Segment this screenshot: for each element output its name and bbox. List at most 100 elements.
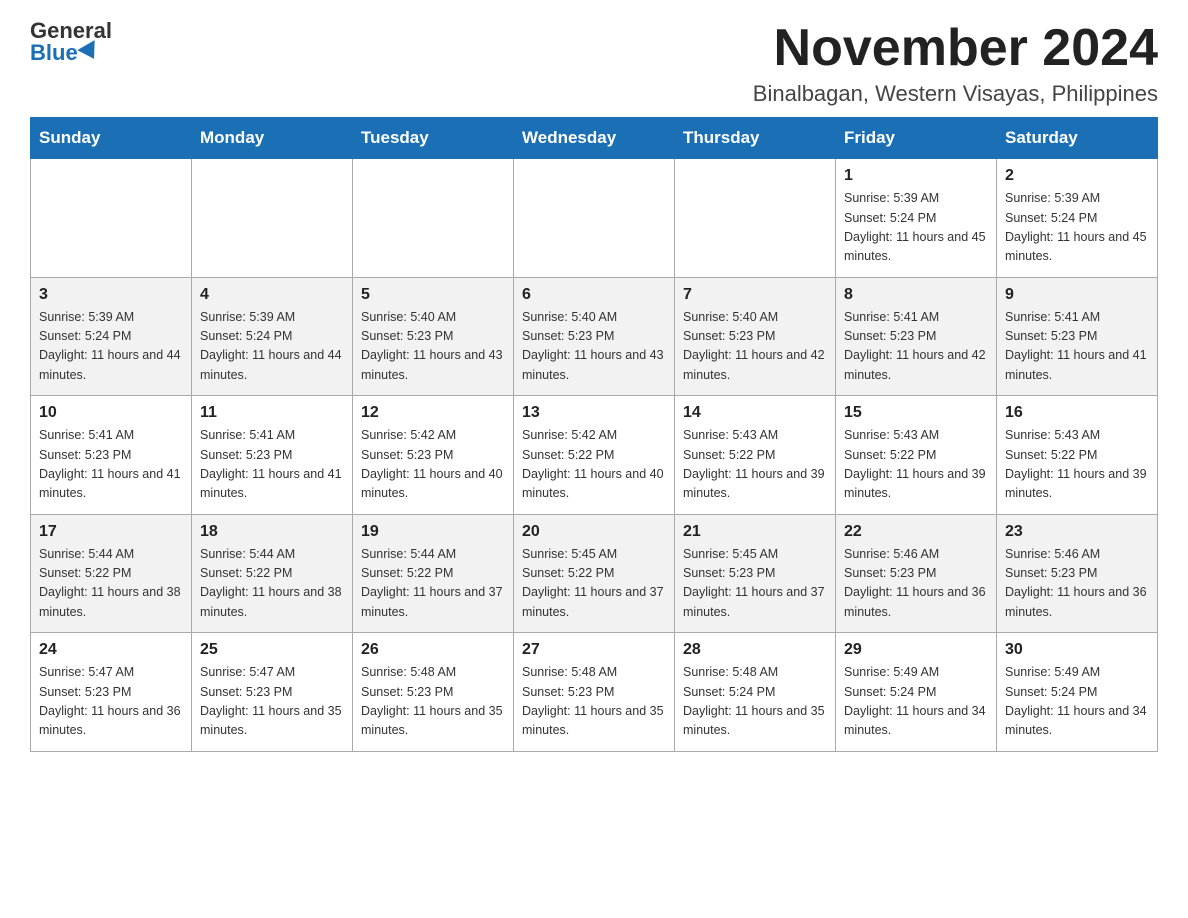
day-number: 30 <box>1005 641 1149 659</box>
day-number: 21 <box>683 523 827 541</box>
day-info: Sunrise: 5:41 AMSunset: 5:23 PMDaylight:… <box>1005 308 1149 386</box>
day-number: 17 <box>39 523 183 541</box>
day-number: 28 <box>683 641 827 659</box>
logo-general-text: General <box>30 20 112 42</box>
day-number: 1 <box>844 167 988 185</box>
month-title: November 2024 <box>753 20 1158 77</box>
day-number: 2 <box>1005 167 1149 185</box>
weekday-header-sunday: Sunday <box>31 118 192 159</box>
day-info: Sunrise: 5:47 AMSunset: 5:23 PMDaylight:… <box>200 663 344 741</box>
day-info: Sunrise: 5:46 AMSunset: 5:23 PMDaylight:… <box>844 545 988 623</box>
weekday-header-thursday: Thursday <box>675 118 836 159</box>
day-info: Sunrise: 5:48 AMSunset: 5:23 PMDaylight:… <box>522 663 666 741</box>
calendar-body: 1 Sunrise: 5:39 AMSunset: 5:24 PMDaylight… <box>31 159 1158 752</box>
calendar-cell: 30 Sunrise: 5:49 AMSunset: 5:24 PMDayligh… <box>997 633 1158 752</box>
calendar-cell: 20 Sunrise: 5:45 AMSunset: 5:22 PMDayligh… <box>514 514 675 633</box>
day-number: 3 <box>39 286 183 304</box>
day-info: Sunrise: 5:44 AMSunset: 5:22 PMDaylight:… <box>361 545 505 623</box>
day-number: 24 <box>39 641 183 659</box>
weekday-header-wednesday: Wednesday <box>514 118 675 159</box>
day-info: Sunrise: 5:47 AMSunset: 5:23 PMDaylight:… <box>39 663 183 741</box>
header: General Blue November 2024 Binalbagan, W… <box>30 20 1158 107</box>
calendar-cell: 1Sunrise: 5:39 AMSunset: 5:24 PMDaylight… <box>836 159 997 278</box>
day-info: Sunrise: 5:39 AMSunset: 5:24 PMDaylight:… <box>1005 189 1149 267</box>
calendar-cell: 6 Sunrise: 5:40 AMSunset: 5:23 PMDaylight… <box>514 277 675 396</box>
calendar-cell: 29 Sunrise: 5:49 AMSunset: 5:24 PMDayligh… <box>836 633 997 752</box>
day-number: 26 <box>361 641 505 659</box>
calendar-cell <box>31 159 192 278</box>
day-number: 13 <box>522 404 666 422</box>
calendar-cell: 17 Sunrise: 5:44 AMSunset: 5:22 PMDayligh… <box>31 514 192 633</box>
day-info: Sunrise: 5:46 AMSunset: 5:23 PMDaylight:… <box>1005 545 1149 623</box>
day-info: Sunrise: 5:44 AMSunset: 5:22 PMDaylight:… <box>39 545 183 623</box>
day-info: Sunrise: 5:48 AMSunset: 5:24 PMDaylight:… <box>683 663 827 741</box>
day-number: 4 <box>200 286 344 304</box>
calendar-cell: 16Sunrise: 5:43 AMSunset: 5:22 PMDayligh… <box>997 396 1158 515</box>
calendar-week-row: 3 Sunrise: 5:39 AMSunset: 5:24 PMDaylight… <box>31 277 1158 396</box>
calendar-cell <box>192 159 353 278</box>
calendar-cell: 15 Sunrise: 5:43 AMSunset: 5:22 PMDayligh… <box>836 396 997 515</box>
calendar-week-row: 17 Sunrise: 5:44 AMSunset: 5:22 PMDayligh… <box>31 514 1158 633</box>
location-title: Binalbagan, Western Visayas, Philippines <box>753 81 1158 107</box>
day-number: 20 <box>522 523 666 541</box>
day-info: Sunrise: 5:49 AMSunset: 5:24 PMDaylight:… <box>1005 663 1149 741</box>
calendar-cell: 28 Sunrise: 5:48 AMSunset: 5:24 PMDayligh… <box>675 633 836 752</box>
day-info: Sunrise: 5:41 AMSunset: 5:23 PMDaylight:… <box>844 308 988 386</box>
calendar-cell: 10Sunrise: 5:41 AMSunset: 5:23 PMDayligh… <box>31 396 192 515</box>
title-area: November 2024 Binalbagan, Western Visaya… <box>753 20 1158 107</box>
day-info: Sunrise: 5:42 AMSunset: 5:22 PMDaylight:… <box>522 426 666 504</box>
calendar-cell: 23 Sunrise: 5:46 AMSunset: 5:23 PMDayligh… <box>997 514 1158 633</box>
day-info: Sunrise: 5:39 AMSunset: 5:24 PMDaylight:… <box>200 308 344 386</box>
logo-blue-text: Blue <box>30 42 100 64</box>
calendar-cell: 24 Sunrise: 5:47 AMSunset: 5:23 PMDayligh… <box>31 633 192 752</box>
day-number: 14 <box>683 404 827 422</box>
calendar-cell <box>514 159 675 278</box>
day-info: Sunrise: 5:42 AMSunset: 5:23 PMDaylight:… <box>361 426 505 504</box>
calendar-cell: 9Sunrise: 5:41 AMSunset: 5:23 PMDaylight… <box>997 277 1158 396</box>
logo: General Blue <box>30 20 112 64</box>
day-info: Sunrise: 5:40 AMSunset: 5:23 PMDaylight:… <box>522 308 666 386</box>
day-number: 12 <box>361 404 505 422</box>
weekday-header-friday: Friday <box>836 118 997 159</box>
day-info: Sunrise: 5:45 AMSunset: 5:23 PMDaylight:… <box>683 545 827 623</box>
day-number: 8 <box>844 286 988 304</box>
calendar-cell: 25 Sunrise: 5:47 AMSunset: 5:23 PMDayligh… <box>192 633 353 752</box>
day-number: 27 <box>522 641 666 659</box>
day-info: Sunrise: 5:45 AMSunset: 5:22 PMDaylight:… <box>522 545 666 623</box>
day-info: Sunrise: 5:39 AMSunset: 5:24 PMDaylight:… <box>39 308 183 386</box>
day-number: 25 <box>200 641 344 659</box>
day-info: Sunrise: 5:40 AMSunset: 5:23 PMDaylight:… <box>361 308 505 386</box>
day-info: Sunrise: 5:49 AMSunset: 5:24 PMDaylight:… <box>844 663 988 741</box>
calendar-cell: 26Sunrise: 5:48 AMSunset: 5:23 PMDayligh… <box>353 633 514 752</box>
day-number: 6 <box>522 286 666 304</box>
calendar-header: SundayMondayTuesdayWednesdayThursdayFrid… <box>31 118 1158 159</box>
day-number: 23 <box>1005 523 1149 541</box>
calendar-cell: 14Sunrise: 5:43 AMSunset: 5:22 PMDayligh… <box>675 396 836 515</box>
weekday-header-monday: Monday <box>192 118 353 159</box>
calendar-cell: 21 Sunrise: 5:45 AMSunset: 5:23 PMDayligh… <box>675 514 836 633</box>
weekday-header-row: SundayMondayTuesdayWednesdayThursdayFrid… <box>31 118 1158 159</box>
calendar-cell: 19 Sunrise: 5:44 AMSunset: 5:22 PMDayligh… <box>353 514 514 633</box>
weekday-header-saturday: Saturday <box>997 118 1158 159</box>
calendar-cell <box>675 159 836 278</box>
day-number: 19 <box>361 523 505 541</box>
calendar-week-row: 10Sunrise: 5:41 AMSunset: 5:23 PMDayligh… <box>31 396 1158 515</box>
day-number: 10 <box>39 404 183 422</box>
calendar-cell <box>353 159 514 278</box>
calendar-cell: 22 Sunrise: 5:46 AMSunset: 5:23 PMDayligh… <box>836 514 997 633</box>
day-number: 22 <box>844 523 988 541</box>
day-number: 29 <box>844 641 988 659</box>
day-info: Sunrise: 5:44 AMSunset: 5:22 PMDaylight:… <box>200 545 344 623</box>
calendar-cell: 7Sunrise: 5:40 AMSunset: 5:23 PMDaylight… <box>675 277 836 396</box>
day-info: Sunrise: 5:43 AMSunset: 5:22 PMDaylight:… <box>844 426 988 504</box>
calendar-week-row: 1 Sunrise: 5:39 AMSunset: 5:24 PMDaylight… <box>31 159 1158 278</box>
day-number: 11 <box>200 404 344 422</box>
calendar-cell: 3 Sunrise: 5:39 AMSunset: 5:24 PMDaylight… <box>31 277 192 396</box>
calendar-cell: 27 Sunrise: 5:48 AMSunset: 5:23 PMDayligh… <box>514 633 675 752</box>
day-number: 5 <box>361 286 505 304</box>
calendar-cell: 18Sunrise: 5:44 AMSunset: 5:22 PMDayligh… <box>192 514 353 633</box>
weekday-header-tuesday: Tuesday <box>353 118 514 159</box>
day-number: 16 <box>1005 404 1149 422</box>
calendar-cell: 2 Sunrise: 5:39 AMSunset: 5:24 PMDaylight… <box>997 159 1158 278</box>
day-number: 15 <box>844 404 988 422</box>
